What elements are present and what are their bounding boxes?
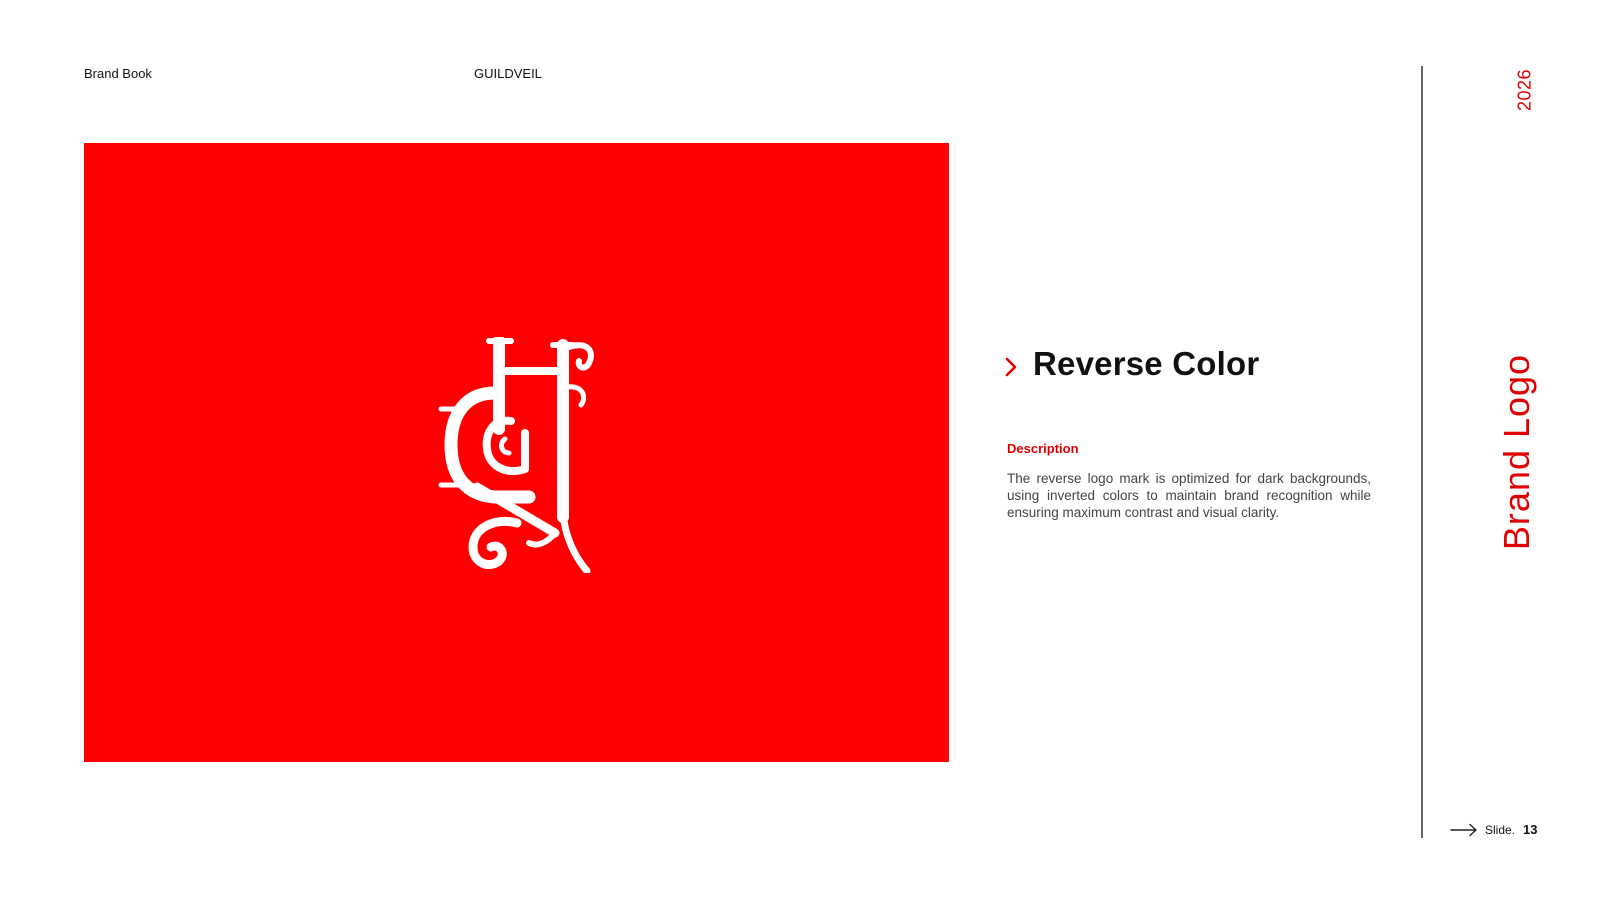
slide-label: Slide. [1485,823,1516,837]
chevron-right-icon [1005,357,1017,377]
gh-monogram-icon [438,337,594,573]
description-label: Description [1007,441,1079,456]
vertical-divider [1421,66,1423,838]
sidebar-title: Brand Logo [1496,353,1537,551]
year-label: 2026 [1514,68,1535,112]
section-title: Reverse Color [1033,345,1260,382]
slide-number: 13 [1523,822,1538,837]
arrow-right-icon [1450,823,1477,837]
logo-panel [84,143,949,762]
brand-name-label: GUILDVEIL [474,66,542,81]
brand-book-label: Brand Book [84,66,152,81]
description-text: The reverse logo mark is optimized for d… [1007,471,1371,520]
